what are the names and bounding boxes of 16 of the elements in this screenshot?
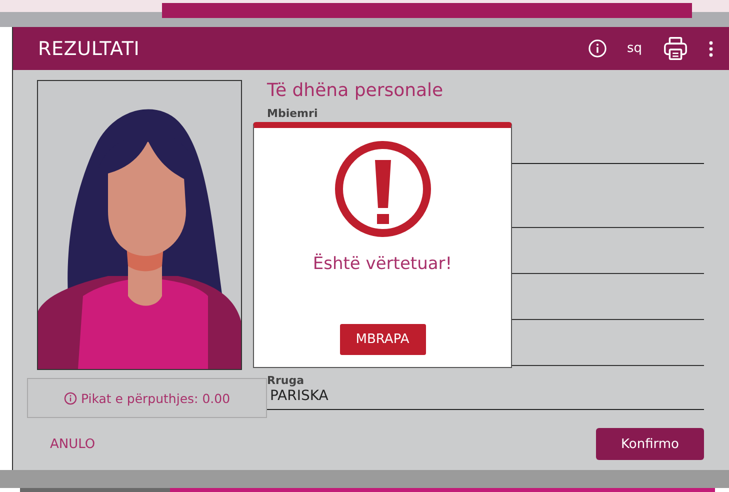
info-icon — [64, 392, 77, 404]
more-icon[interactable] — [709, 40, 713, 56]
section-title: Të dhëna personale — [267, 80, 444, 101]
page-title: REZULTATI — [38, 38, 141, 60]
info-icon[interactable] — [588, 39, 607, 58]
match-score-text: Pikat e përputhjes: 0.00 — [80, 390, 230, 406]
cancel-button[interactable]: ANULO — [50, 436, 96, 452]
confirm-button[interactable]: Konfirmo — [596, 428, 704, 460]
field-label: Mbiemri — [267, 107, 319, 121]
printer-icon[interactable] — [662, 35, 689, 62]
warning-icon — [334, 140, 432, 238]
field-value[interactable]: PARISKA — [267, 388, 704, 407]
dialog-message: Është vërtetuar! — [312, 254, 452, 274]
back-button[interactable]: MBRAPA — [340, 324, 426, 355]
language-button[interactable]: sq — [626, 41, 642, 56]
field-label: Rruga — [267, 374, 306, 388]
